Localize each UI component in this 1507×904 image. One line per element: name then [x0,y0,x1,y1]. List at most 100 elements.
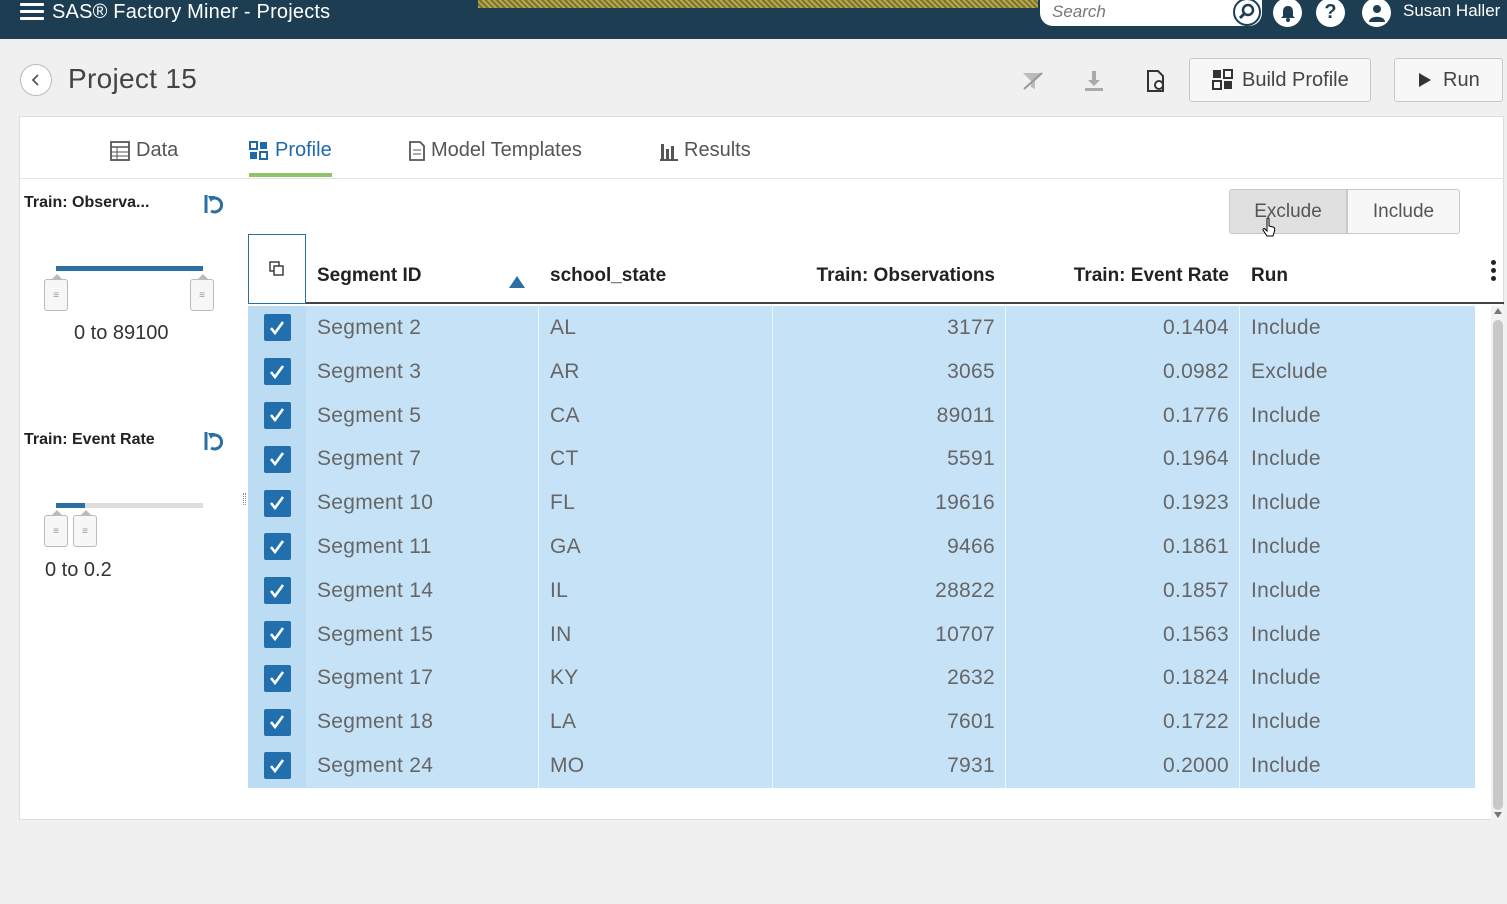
row-checkbox-cell[interactable] [248,437,306,482]
build-profile-label: Build Profile [1242,68,1349,91]
cell-segment-id: Segment 17 [317,666,434,690]
row-checkbox-cell[interactable] [248,656,306,701]
row-checkbox-cell[interactable] [248,481,306,525]
user-name[interactable]: Susan Haller [1403,0,1500,22]
document-settings-icon[interactable] [1143,68,1169,94]
cell-segment-id: Segment 11 [317,534,432,558]
row-checkbox[interactable] [263,664,291,692]
column-header-run[interactable]: Run [1251,265,1288,287]
row-checkbox[interactable] [263,314,291,342]
observations-min-handle[interactable]: ≡ [44,274,68,311]
download-icon[interactable] [1081,68,1107,94]
cell-train-event-rate: 0.1857 [1162,578,1229,602]
cell-school-state: AR [550,359,580,383]
pane-splitter[interactable] [243,493,246,505]
table-row[interactable]: Segment 11 GA 9466 0.1861 Include [248,524,1475,569]
event-rate-range-track[interactable] [56,503,203,508]
checkmark-icon [269,540,285,555]
row-checkbox[interactable] [263,401,291,429]
event-rate-min-handle[interactable]: ≡ [44,510,68,547]
row-checkbox[interactable] [263,752,291,780]
row-checkbox-cell[interactable] [248,568,306,613]
run-button[interactable]: Run [1394,58,1503,102]
tab-data[interactable]: Data [110,139,178,177]
cell-run: Include [1251,666,1321,690]
table-row[interactable]: Segment 2 AL 3177 0.1404 Include [248,306,1475,350]
event-rate-max-handle[interactable]: ≡ [73,510,97,547]
reset-icon[interactable] [203,430,225,452]
cell-run: Include [1251,578,1321,602]
row-checkbox[interactable] [263,620,291,648]
copy-icon [269,261,284,276]
table-row[interactable]: Segment 15 IN 10707 0.1563 Include [248,612,1475,657]
cell-segment-id: Segment 7 [317,447,422,471]
reset-icon[interactable] [203,193,225,215]
cell-train-event-rate: 0.2000 [1162,753,1229,777]
user-avatar-icon[interactable] [1362,0,1391,27]
cell-run: Include [1251,403,1321,427]
search-box[interactable] [1040,0,1262,26]
row-checkbox[interactable] [263,489,291,517]
row-checkbox[interactable] [263,577,291,605]
table-icon [110,141,130,161]
sort-ascending-icon[interactable] [509,276,525,288]
table-row[interactable]: Segment 18 LA 7601 0.1722 Include [248,700,1475,744]
row-checkbox-cell[interactable] [248,700,306,744]
column-header-school-state[interactable]: school_state [550,265,666,287]
checkmark-icon [269,715,285,730]
table-vertical-scrollbar[interactable] [1491,306,1505,820]
cell-run: Exclude [1251,359,1328,383]
build-profile-button[interactable]: Build Profile [1189,58,1371,102]
tab-profile[interactable]: Profile [249,139,332,177]
checkmark-icon [269,321,285,336]
cell-segment-id: Segment 5 [317,403,422,427]
tab-results[interactable]: Results [660,139,751,177]
profile-card: Data Profile Model Templates Results Tra… [19,116,1505,820]
select-all-toggle[interactable] [248,234,306,304]
observations-range-track[interactable] [56,266,203,271]
table-row[interactable]: Segment 17 KY 2632 0.1824 Include [248,656,1475,701]
cell-train-observations: 3177 [947,316,995,339]
scrollbar-thumb[interactable] [1493,320,1503,810]
tab-results-label: Results [684,139,751,161]
include-button[interactable]: Include [1347,189,1460,234]
table-row[interactable]: Segment 10 FL 19616 0.1923 Include [248,481,1475,525]
row-checkbox[interactable] [263,533,291,561]
cell-segment-id: Segment 10 [317,491,434,515]
column-header-train-observations[interactable]: Train: Observations [772,265,995,287]
help-icon[interactable]: ? [1316,0,1345,27]
cell-school-state: AL [550,316,577,339]
observations-max-handle[interactable]: ≡ [190,274,214,311]
table-row[interactable]: Segment 5 CA 89011 0.1776 Include [248,393,1475,438]
cell-train-observations: 9466 [947,534,995,558]
cell-train-event-rate: 0.1861 [1162,534,1229,558]
row-checkbox-cell[interactable] [248,612,306,657]
row-checkbox-cell[interactable] [248,743,306,788]
row-checkbox-cell[interactable] [248,306,306,350]
tab-model-templates-label: Model Templates [431,139,582,161]
document-icon [409,141,425,161]
exclude-button[interactable]: Exclude [1229,189,1347,234]
row-checkbox[interactable] [263,358,291,386]
grid-icon [249,141,268,160]
row-checkbox-cell[interactable] [248,349,306,394]
bell-icon[interactable] [1273,0,1302,27]
row-checkbox[interactable] [263,708,291,736]
back-button[interactable] [20,64,52,96]
filter-off-icon[interactable] [1020,68,1046,94]
cell-run: Include [1251,491,1321,515]
row-checkbox[interactable] [263,445,291,473]
row-checkbox-cell[interactable] [248,524,306,569]
tab-model-templates[interactable]: Model Templates [409,139,582,177]
column-header-segment-id[interactable]: Segment ID [317,265,422,287]
table-row[interactable]: Segment 14 IL 28822 0.1857 Include [248,568,1475,613]
search-input[interactable] [1052,0,1232,24]
menu-icon[interactable] [20,3,44,21]
row-checkbox-cell[interactable] [248,393,306,438]
table-row[interactable]: Segment 24 MO 7931 0.2000 Include [248,743,1475,788]
more-options-icon[interactable] [1491,260,1497,284]
table-row[interactable]: Segment 7 CT 5591 0.1964 Include [248,437,1475,482]
table-row[interactable]: Segment 3 AR 3065 0.0982 Exclude [248,349,1475,394]
cell-school-state: KY [550,666,579,690]
column-header-train-event-rate[interactable]: Train: Event Rate [1006,265,1229,287]
